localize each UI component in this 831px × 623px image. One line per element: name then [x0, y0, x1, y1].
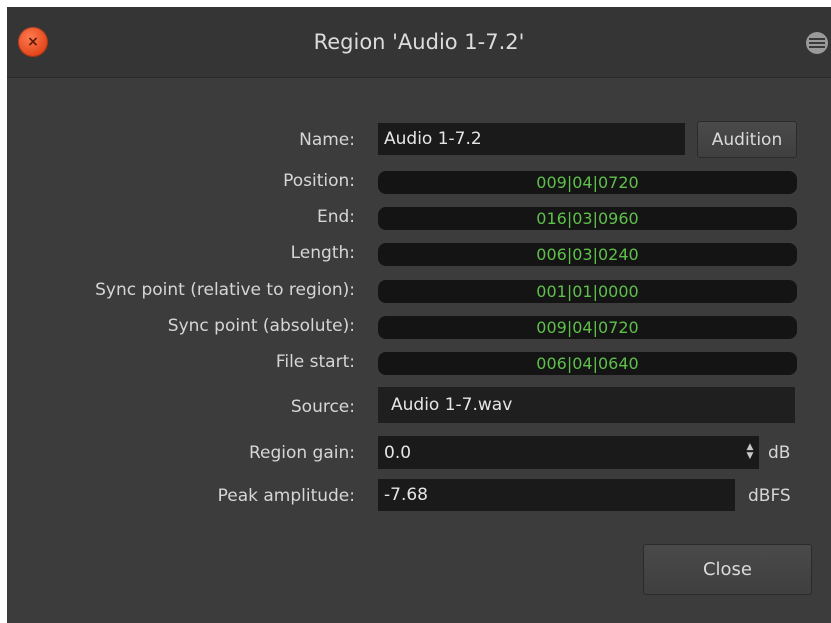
source-label: Source:: [290, 397, 355, 417]
source-field: Audio 1-7.wav: [378, 387, 795, 423]
gain-unit-label: dB: [768, 443, 791, 463]
peak-unit-label: dBFS: [748, 486, 791, 506]
audition-button[interactable]: Audition: [697, 121, 797, 158]
peak-amplitude-field: -7.68: [378, 479, 735, 511]
end-label: End:: [316, 207, 355, 227]
region-dialog: × Region 'Audio 1-7.2' Name: Audio 1-7.2…: [7, 7, 831, 623]
name-field[interactable]: Audio 1-7.2: [378, 123, 685, 155]
close-button[interactable]: Close: [643, 544, 812, 595]
region-gain-input[interactable]: 0.0: [378, 436, 759, 469]
sync-relative-clock[interactable]: 001|01|0000: [378, 280, 797, 303]
position-clock[interactable]: 009|04|0720: [378, 171, 797, 194]
sync-absolute-clock[interactable]: 009|04|0720: [378, 316, 797, 339]
title-bar: × Region 'Audio 1-7.2': [7, 7, 831, 78]
file-start-label: File start:: [275, 352, 355, 372]
window-title: Region 'Audio 1-7.2': [313, 30, 525, 54]
end-clock[interactable]: 016|03|0960: [378, 207, 797, 230]
length-label: Length:: [290, 243, 355, 263]
sync-absolute-label: Sync point (absolute):: [167, 316, 355, 336]
region-gain-label: Region gain:: [248, 443, 355, 463]
name-label: Name:: [299, 130, 355, 150]
peak-amplitude-label: Peak amplitude:: [217, 486, 355, 506]
gain-spin-icon[interactable]: ▲ ▼: [745, 443, 755, 471]
sync-relative-label: Sync point (relative to region):: [95, 280, 355, 300]
position-label: Position:: [283, 171, 355, 191]
length-clock[interactable]: 006|03|0240: [378, 243, 797, 266]
hamburger-menu-icon[interactable]: [806, 32, 828, 54]
file-start-clock[interactable]: 006|04|0640: [378, 352, 797, 375]
